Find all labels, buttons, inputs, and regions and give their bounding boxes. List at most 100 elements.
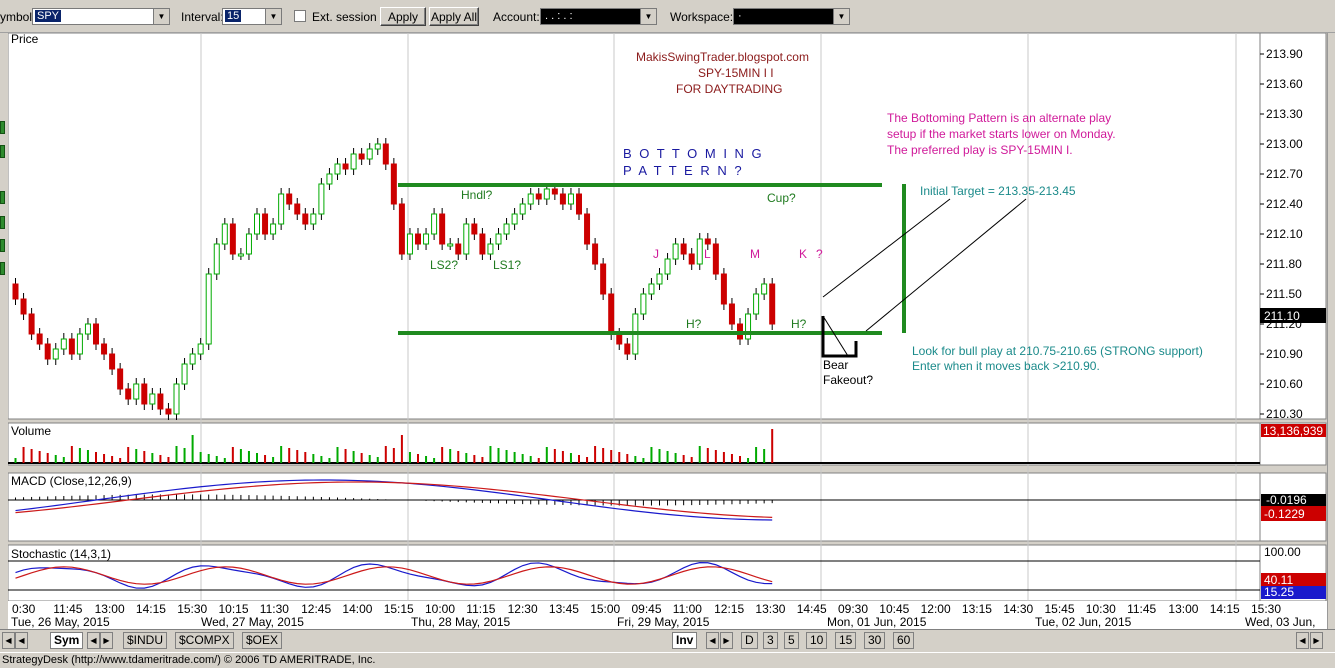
interval-combo[interactable]: 15 ▼ [222, 8, 282, 25]
volume-bar [457, 451, 460, 463]
time-tick-label: 11:45 [53, 602, 82, 616]
apply-all-button[interactable]: Apply All [429, 7, 479, 26]
volume-bar [239, 449, 242, 463]
prev-icon[interactable]: ◀ [87, 632, 100, 649]
tool-marker[interactable] [0, 239, 5, 252]
bottom-tab-bar: ◀ ◀ Sym ◀ ▶ $INDU $COMPX $OEX Inv ◀ ▶ D … [0, 629, 1335, 652]
candle-body [286, 193, 293, 205]
candle-body [310, 213, 317, 225]
y-tick-label: 211.50 [1266, 287, 1302, 301]
volume-panel [8, 422, 1261, 466]
candle-body [712, 243, 719, 275]
time-tick-label: 15:30 [177, 602, 207, 616]
tab-oex[interactable]: $OEX [242, 632, 283, 649]
workspace-label: Workspace: [670, 10, 734, 24]
tool-marker[interactable] [0, 145, 5, 158]
candle-body [761, 283, 768, 295]
next-icon[interactable]: ▶ [100, 632, 113, 649]
candle-body [294, 203, 301, 215]
vertical-scrollbar[interactable] [1327, 33, 1335, 629]
candle-body [398, 203, 405, 255]
inv-next-icon[interactable]: ▶ [720, 632, 733, 649]
volume-value: 13,136,939 [1263, 424, 1323, 438]
ext-session-checkbox[interactable] [294, 10, 306, 22]
volume-bar [747, 458, 750, 463]
tool-marker[interactable] [0, 191, 5, 204]
workspace-combo[interactable]: · ▼ [733, 8, 850, 25]
y-tick-label: 211.80 [1266, 257, 1302, 271]
symbol-combo[interactable]: SPY ▼ [32, 8, 170, 25]
price-panel-title: Price [11, 33, 39, 46]
time-tick-label: 12:45 [301, 602, 331, 616]
chevron-down-icon[interactable]: ▼ [640, 9, 656, 24]
volume-bar [22, 447, 25, 463]
tab-interval-10[interactable]: 10 [806, 632, 828, 649]
candle-body [149, 393, 156, 405]
candle-body [696, 238, 703, 265]
last-price: 211.10 [1264, 309, 1300, 323]
scroll-left-icon[interactable]: ◀ [15, 632, 28, 649]
volume-bar [739, 456, 741, 463]
candle-body [390, 163, 397, 205]
interval-value: 15 [225, 10, 242, 22]
bottoming-line1: B O T T O M I N G [623, 146, 764, 161]
time-tick-label: 12:30 [508, 602, 538, 616]
candle-body [141, 383, 148, 405]
scroll-right-icon[interactable]: ▶ [1310, 632, 1323, 649]
tab-interval-15[interactable]: 15 [835, 632, 857, 649]
first-icon[interactable]: ◀ [2, 632, 15, 649]
y-tick-label: 212.40 [1266, 197, 1303, 211]
candle-body [189, 353, 196, 365]
chevron-down-icon[interactable]: ▼ [265, 9, 281, 24]
tab-interval-30[interactable]: 30 [864, 632, 886, 649]
stoch-top: 100.00 [1264, 545, 1301, 559]
workspace-value: · [738, 10, 742, 22]
m-label: M [750, 247, 760, 261]
tab-interval-3[interactable]: 3 [763, 632, 778, 649]
time-tick-label: 14:45 [797, 602, 827, 616]
time-tick-label: 09:45 [632, 602, 662, 616]
macd-title: MACD (Close,12,26,9) [11, 474, 132, 488]
apply-button[interactable]: Apply [380, 7, 426, 26]
tab-sym[interactable]: Sym [50, 632, 84, 649]
tool-marker[interactable] [0, 121, 5, 134]
volume-bar [111, 456, 114, 463]
tab-inv[interactable]: Inv [672, 632, 698, 649]
scroll-left-icon[interactable]: ◀ [1296, 632, 1309, 649]
account-value: . . : . : [545, 10, 573, 22]
volume-bar [384, 446, 387, 463]
time-date-label: Thu, 28 May, 2015 [411, 615, 510, 629]
chevron-down-icon[interactable]: ▼ [833, 9, 849, 24]
h2-label: H? [791, 317, 807, 331]
chevron-down-icon[interactable]: ▼ [153, 9, 169, 24]
tab-indu[interactable]: $INDU [123, 632, 168, 649]
time-tick-label: 15:30 [1251, 602, 1281, 616]
tab-interval-d[interactable]: D [741, 632, 758, 649]
volume-bar [264, 455, 267, 463]
cup-label: Cup? [767, 191, 796, 205]
candle-body [640, 293, 647, 315]
j-label: J [653, 247, 659, 261]
candle-body [576, 193, 582, 215]
candle-body [221, 223, 228, 245]
candle-body [52, 348, 59, 360]
left-tool-strip [0, 33, 8, 629]
candle-body [366, 148, 373, 160]
volume-bar [730, 454, 733, 463]
tab-interval-5[interactable]: 5 [784, 632, 799, 649]
volume-bar [481, 457, 484, 463]
volume-bar [763, 449, 766, 463]
inv-prev-icon[interactable]: ◀ [706, 632, 719, 649]
candle-body [551, 188, 558, 195]
interval-label: Interval: [181, 10, 224, 24]
tool-marker[interactable] [0, 262, 5, 275]
volume-bar [706, 448, 709, 463]
candle-body [672, 243, 679, 260]
tool-marker[interactable] [0, 216, 5, 229]
bottoming-line2: P A T T E R N ? [623, 163, 744, 178]
volume-bar [320, 456, 323, 463]
tab-interval-60[interactable]: 60 [893, 632, 915, 649]
account-combo[interactable]: . . : . : ▼ [540, 8, 657, 25]
volume-bar [755, 447, 758, 463]
tab-compx[interactable]: $COMPX [175, 632, 234, 649]
